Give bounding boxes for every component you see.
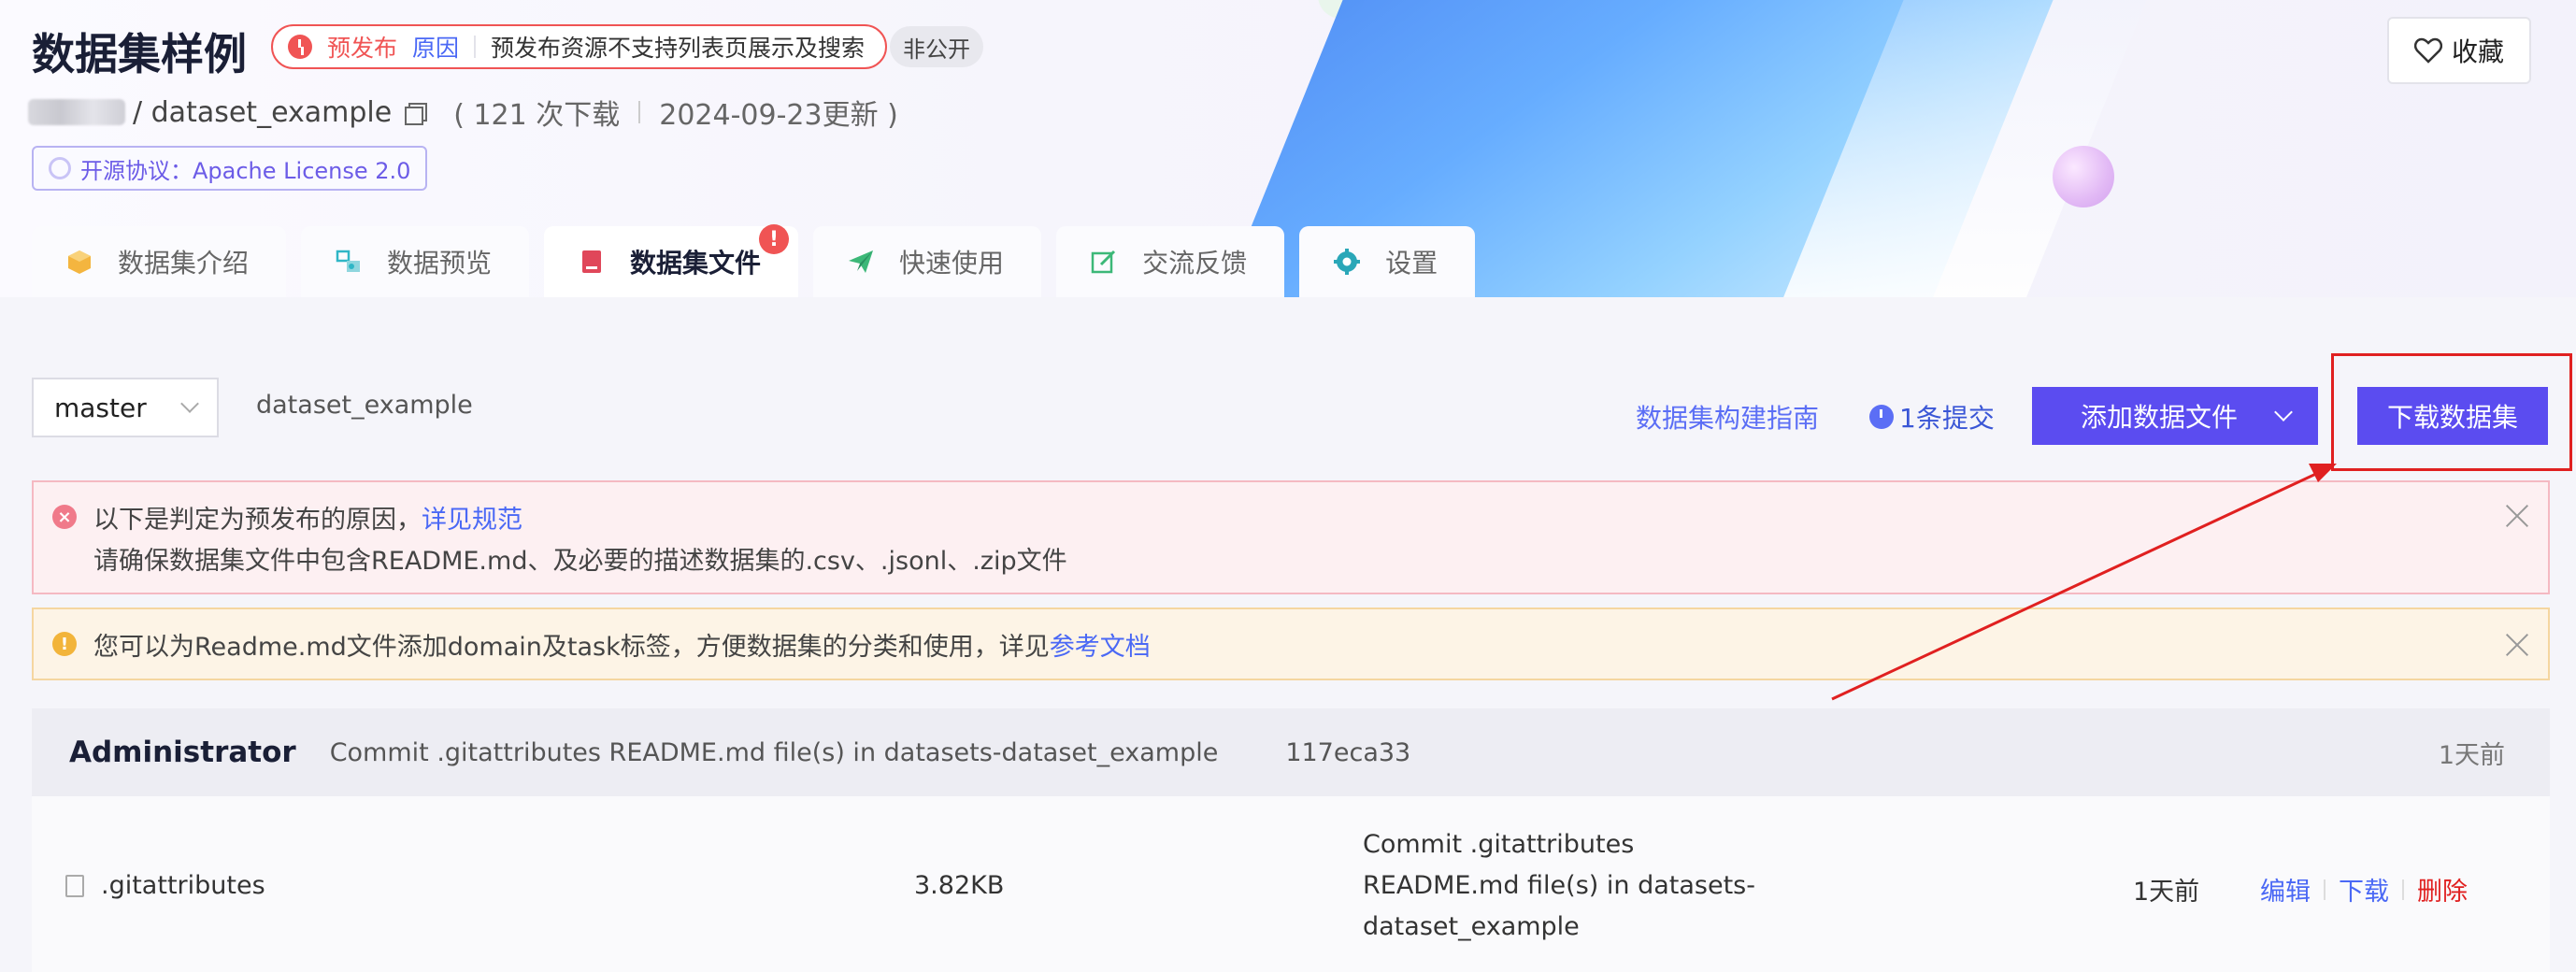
annotation-arrow <box>1831 464 2337 701</box>
